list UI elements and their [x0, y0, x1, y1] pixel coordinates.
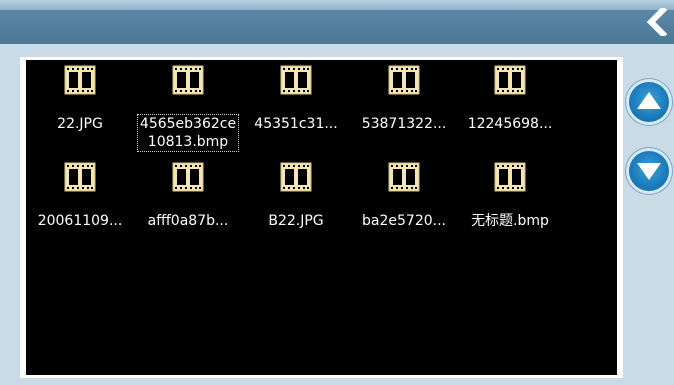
chevron-left-icon [646, 5, 668, 39]
film-icon [64, 65, 96, 95]
arrow-up-icon [637, 92, 661, 109]
film-icon [172, 162, 204, 192]
file-item[interactable]: B22.JPG [242, 157, 350, 229]
file-item[interactable]: ba2e5720... [350, 157, 458, 229]
scroll-up-button[interactable] [626, 79, 672, 125]
file-name: 4565eb362ce10813.bmp [137, 114, 239, 152]
file-name: afff0a87b... [147, 213, 229, 229]
file-item[interactable]: 无标题.bmp [456, 157, 564, 229]
file-item[interactable]: 20061109... [26, 157, 134, 229]
file-name: B22.JPG [268, 213, 324, 229]
film-icon [494, 162, 526, 192]
file-item[interactable]: 12245698... [456, 60, 564, 132]
film-icon [388, 65, 420, 95]
film-icon [172, 65, 204, 95]
file-name: ba2e5720... [362, 213, 446, 229]
arrow-down-icon [637, 163, 661, 180]
file-name: 53871322... [361, 116, 447, 132]
scroll-down-button[interactable] [626, 148, 672, 194]
file-item[interactable]: afff0a87b... [134, 157, 242, 229]
file-name: 12245698... [467, 116, 553, 132]
file-item-selected[interactable]: 4565eb362ce10813.bmp [134, 60, 242, 152]
film-icon [494, 65, 526, 95]
file-name: 22.JPG [57, 116, 103, 132]
film-icon [280, 65, 312, 95]
film-icon [388, 162, 420, 192]
file-name: 无标题.bmp [471, 213, 549, 229]
file-item[interactable]: 45351c31... [242, 60, 350, 132]
file-name: 45351c31... [254, 116, 338, 132]
back-button[interactable] [644, 5, 670, 39]
file-item[interactable]: 22.JPG [26, 60, 134, 132]
title-bar [0, 0, 674, 44]
film-icon [64, 162, 96, 192]
file-name: 20061109... [37, 213, 123, 229]
title-bar-highlight [0, 0, 674, 10]
file-item[interactable]: 53871322... [350, 60, 458, 132]
film-icon [280, 162, 312, 192]
